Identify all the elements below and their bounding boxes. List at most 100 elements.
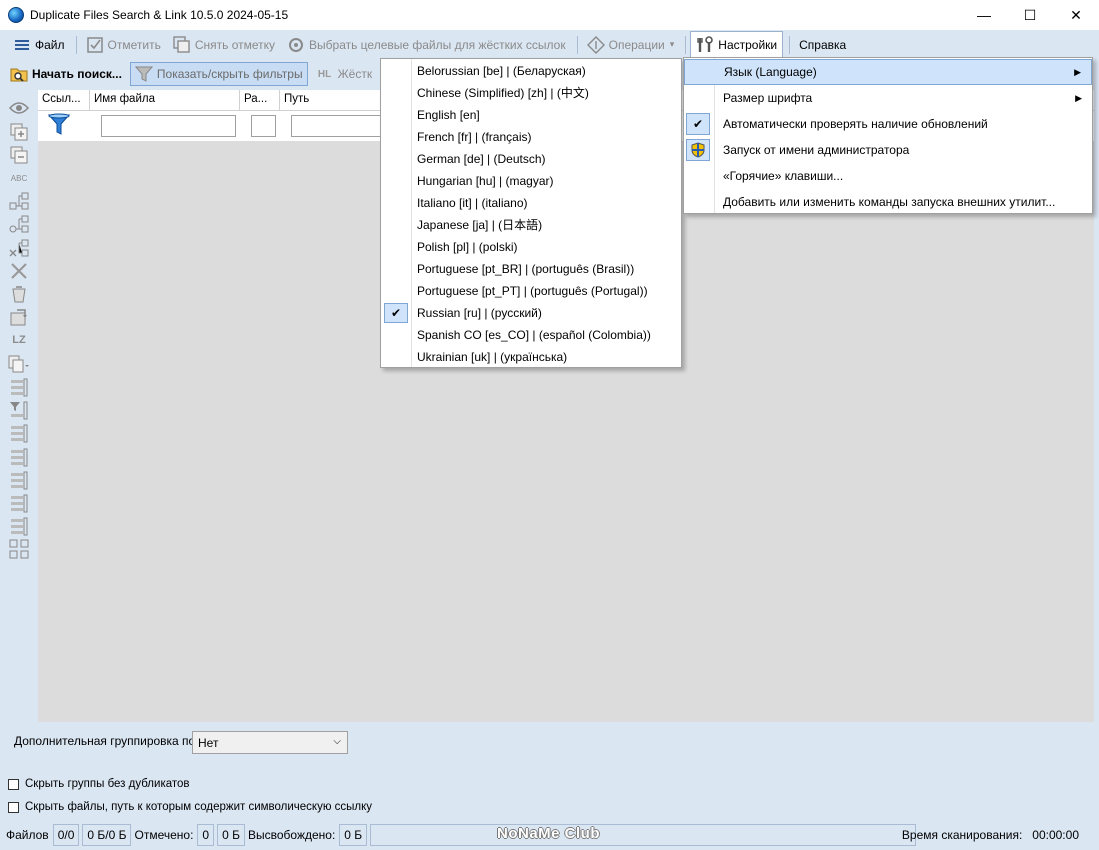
settings-hotkeys-label: «Горячие» клавиши...	[723, 169, 844, 183]
language-item[interactable]: Polish [pl] | (polski)	[381, 236, 681, 258]
language-item-label: Russian [ru] | (русский)	[417, 306, 542, 320]
tree-check-icon[interactable]	[8, 191, 30, 212]
scan-time-value: 00:00:00	[1032, 828, 1079, 842]
hardlinks-button[interactable]: HL Жёстк	[312, 62, 377, 86]
group-list-icon[interactable]	[8, 446, 30, 467]
maximize-button[interactable]: ☐	[1007, 0, 1053, 30]
marked-label: Отмечено:	[134, 828, 194, 842]
recycle-bin-icon[interactable]	[8, 284, 30, 305]
grouping-select[interactable]: Нет ⌵	[192, 731, 348, 754]
language-item[interactable]: French [fr] | (français)	[381, 126, 681, 148]
menu-select-targets[interactable]: Выбрать целевые файлы для жёстких ссылок	[282, 32, 571, 57]
language-item[interactable]: Hungarian [hu] | (magyar)	[381, 170, 681, 192]
remove-copy-icon[interactable]	[8, 144, 30, 165]
settings-font-size-item[interactable]: Размер шрифта ▶	[684, 85, 1092, 111]
group-list-icon[interactable]	[8, 516, 30, 537]
hide-groups-checkbox[interactable]	[8, 778, 19, 790]
menu-mark[interactable]: Отметить	[81, 32, 166, 57]
group-list-icon[interactable]	[8, 469, 30, 490]
language-item-label: Portuguese [pt_PT] | (português (Portuga…	[417, 284, 648, 298]
language-item[interactable]: Belorussian [be] | (Беларуская)	[381, 60, 681, 82]
language-item-label: Ukrainian [uk] | (українська)	[417, 350, 568, 364]
tree-unmark-icon[interactable]	[8, 237, 30, 258]
language-item[interactable]: English [en]	[381, 104, 681, 126]
menu-bar: Файл Отметить Снять отметку Выбрать целе…	[0, 30, 1099, 59]
lz-icon[interactable]: LZ	[8, 330, 30, 351]
settings-external-tools-item[interactable]: Добавить или изменить команды запуска вн…	[684, 189, 1092, 215]
move-icon[interactable]	[8, 307, 30, 328]
menu-file[interactable]: Файл	[8, 32, 70, 57]
eye-icon[interactable]	[8, 98, 30, 119]
marked-size: 0 Б	[217, 824, 245, 846]
language-item-label: Belorussian [be] | (Беларуская)	[417, 64, 586, 78]
settings-external-tools-label: Добавить или изменить команды запуска вн…	[723, 195, 1056, 209]
freed-size: 0 Б	[339, 824, 368, 846]
column-header-filename[interactable]: Имя файла	[90, 90, 240, 111]
abc-text-icon[interactable]: ABC	[8, 168, 30, 189]
language-item[interactable]: Portuguese [pt_BR] | (português (Brasil)…	[381, 258, 681, 280]
column-header-size[interactable]: Ра...	[240, 90, 280, 111]
column-header-links[interactable]: Ссыл...	[38, 90, 90, 111]
menu-select-targets-label: Выбрать целевые файлы для жёстких ссылок	[309, 37, 566, 52]
filter-funnel-icon[interactable]	[47, 113, 71, 140]
add-copy-icon[interactable]	[8, 121, 30, 142]
settings-language-item[interactable]: Язык (Language) ▶	[684, 59, 1092, 85]
tree-mark-icon[interactable]	[8, 214, 30, 235]
marked-count: 0	[197, 824, 215, 846]
language-item[interactable]: Japanese [ja] | (日本語)	[381, 214, 681, 236]
language-item-label: Chinese (Simplified) [zh] | (中文)	[417, 86, 589, 100]
language-item[interactable]: Ukrainian [uk] | (українська)	[381, 346, 681, 368]
group-list-icon[interactable]	[8, 492, 30, 513]
path-filter-input[interactable]	[291, 115, 381, 137]
language-item[interactable]: Spanish CO [es_CO] | (español (Colombia)…	[381, 324, 681, 346]
language-item[interactable]: German [de] | (Deutsch)	[381, 148, 681, 170]
hide-symlink-checkbox[interactable]	[8, 801, 19, 813]
language-item[interactable]: Portuguese [pt_PT] | (português (Portuga…	[381, 280, 681, 302]
grouping-label: Дополнительная группировка по	[14, 734, 196, 748]
file-menu-icon	[13, 36, 31, 54]
settings-hotkeys-item[interactable]: «Горячие» клавиши...	[684, 163, 1092, 189]
language-submenu: Belorussian [be] | (Беларуская) Chinese …	[380, 58, 682, 368]
menu-settings[interactable]: Настройки	[690, 31, 784, 58]
copy-menu-icon[interactable]	[8, 353, 30, 374]
toggle-filters-button[interactable]: Показать/скрыть фильтры	[129, 62, 308, 86]
language-item-label: Hungarian [hu] | (magyar)	[417, 174, 554, 188]
language-item-selected[interactable]: ✔ Russian [ru] | (русский)	[381, 302, 681, 324]
menu-mark-label: Отметить	[107, 37, 161, 52]
hide-groups-label: Скрыть группы без дубликатов	[25, 778, 190, 790]
hardlink-icon: HL	[317, 68, 332, 80]
files-count: 0/0	[52, 824, 80, 846]
minimize-button[interactable]: —	[961, 0, 1007, 30]
filename-filter-input[interactable]	[101, 115, 236, 137]
menu-unmark[interactable]: Снять отметку	[168, 32, 280, 57]
close-button[interactable]: ✕	[1053, 0, 1099, 30]
group-filter-icon[interactable]	[8, 400, 30, 421]
start-search-button[interactable]: Начать поиск...	[6, 62, 126, 86]
menu-operations[interactable]: Операции ▾	[582, 32, 680, 57]
scan-time-label: Время сканирования:	[901, 828, 1023, 842]
window-controls: — ☐ ✕	[961, 0, 1099, 30]
language-item[interactable]: Chinese (Simplified) [zh] | (中文)	[381, 82, 681, 104]
files-size: 0 Б/0 Б	[82, 824, 132, 846]
delete-icon[interactable]	[8, 260, 30, 281]
grid-select-icon[interactable]	[8, 539, 30, 560]
size-filter-input[interactable]	[251, 115, 276, 137]
grouping-value: Нет	[198, 736, 219, 750]
group-list-icon[interactable]	[8, 423, 30, 444]
settings-run-as-admin-label: Запуск от имени администратора	[723, 143, 910, 157]
hide-groups-checkbox-row[interactable]: Скрыть группы без дубликатов	[8, 778, 190, 790]
settings-run-as-admin-item[interactable]: Запуск от имени администратора	[684, 137, 1092, 163]
hide-symlink-label: Скрыть файлы, путь к которым содержит си…	[25, 801, 373, 813]
submenu-arrow-icon: ▶	[1075, 93, 1082, 103]
window-title: Duplicate Files Search & Link 10.5.0 202…	[30, 8, 289, 22]
group-list-icon[interactable]	[8, 376, 30, 397]
menu-help[interactable]: Справка	[794, 32, 851, 57]
language-item-label: French [fr] | (français)	[417, 130, 532, 144]
hide-symlink-checkbox-row[interactable]: Скрыть файлы, путь к которым содержит си…	[8, 801, 372, 813]
settings-auto-update-label: Автоматически проверять наличие обновлен…	[723, 117, 988, 131]
language-item-label: Italiano [it] | (italiano)	[417, 196, 528, 210]
settings-auto-update-item[interactable]: ✔ Автоматически проверять наличие обновл…	[684, 111, 1092, 137]
language-item[interactable]: Italiano [it] | (italiano)	[381, 192, 681, 214]
language-item-label: Polish [pl] | (polski)	[417, 240, 518, 254]
submenu-arrow-icon: ▶	[1074, 67, 1081, 77]
